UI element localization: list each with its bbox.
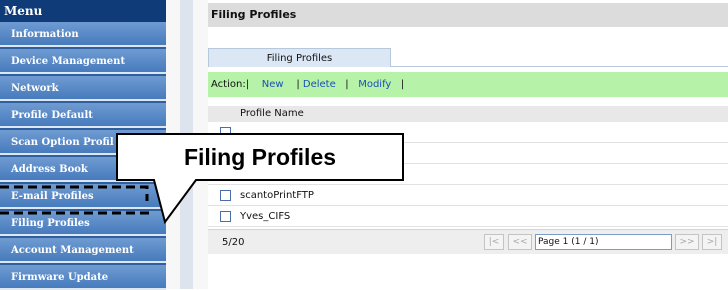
callout-label: Filing Profiles	[183, 144, 337, 170]
dashed-pointer	[0, 185, 149, 201]
